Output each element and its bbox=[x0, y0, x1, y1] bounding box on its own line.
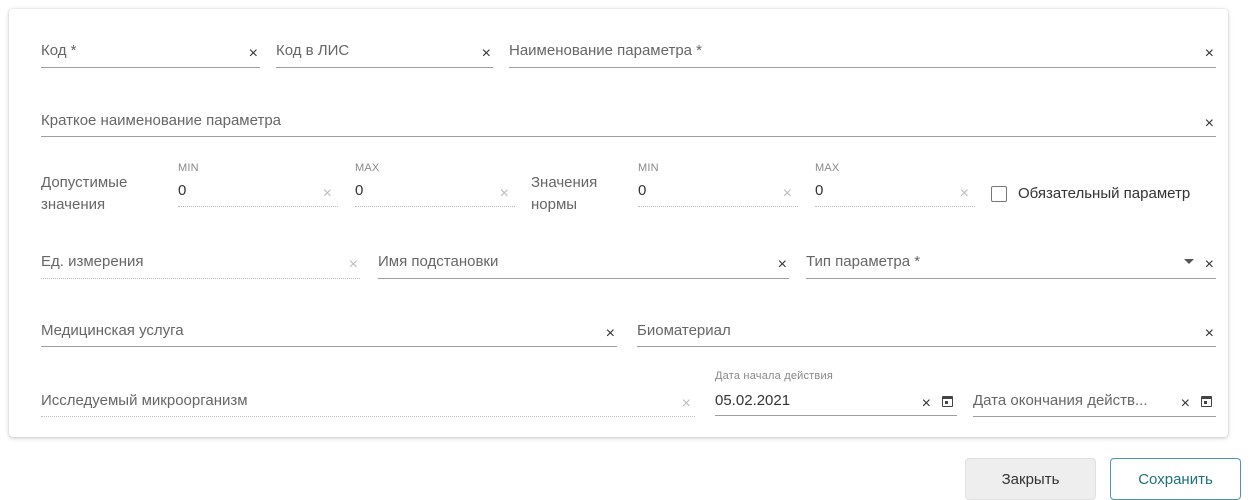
norm-min-clear-icon[interactable]: × bbox=[783, 186, 792, 202]
calendar-icon[interactable] bbox=[942, 396, 953, 407]
biomaterial-label: Биоматериал bbox=[637, 322, 731, 339]
allowed-max-field[interactable]: MAX 0 × bbox=[355, 160, 515, 207]
substitution-name-field[interactable]: Имя подстановки × bbox=[378, 251, 789, 279]
lis-code-clear-icon[interactable]: × bbox=[482, 46, 491, 62]
substitution-name-label: Имя подстановки bbox=[378, 253, 499, 270]
end-date-field[interactable]: Дата окончания действ... × bbox=[973, 390, 1216, 417]
allowed-min-field[interactable]: MIN 0 × bbox=[178, 160, 338, 207]
short-name-label: Краткое наименование параметра bbox=[41, 112, 282, 129]
calendar-icon[interactable] bbox=[1201, 396, 1212, 407]
allowed-max-clear-icon[interactable]: × bbox=[500, 186, 509, 202]
norm-min-value: 0 bbox=[638, 182, 647, 199]
save-button[interactable]: Сохранить bbox=[1110, 458, 1241, 500]
norm-max-value: 0 bbox=[815, 182, 824, 199]
microorganism-label: Исследуемый микроорганизм bbox=[41, 392, 248, 409]
allowed-min-label: MIN bbox=[178, 162, 199, 174]
param-name-clear-icon[interactable]: × bbox=[1205, 46, 1214, 62]
end-date-label: Дата окончания действ... bbox=[973, 392, 1148, 409]
biomaterial-clear-icon[interactable]: × bbox=[1205, 326, 1214, 342]
close-button[interactable]: Закрыть bbox=[965, 458, 1096, 500]
lis-code-field[interactable]: Код в ЛИС × bbox=[276, 40, 493, 68]
allowed-max-label: MAX bbox=[355, 162, 380, 174]
code-field[interactable]: Код * × bbox=[41, 40, 260, 68]
norm-min-field[interactable]: MIN 0 × bbox=[638, 160, 798, 207]
medical-service-label: Медицинская услуга bbox=[41, 322, 184, 339]
code-label: Код * bbox=[41, 42, 77, 59]
end-date-clear-icon[interactable]: × bbox=[1181, 396, 1190, 412]
substitution-name-clear-icon[interactable]: × bbox=[778, 257, 787, 273]
allowed-values-label: Допустимые значения bbox=[41, 174, 128, 213]
required-checkbox-label[interactable]: Обязательный параметр bbox=[1018, 185, 1190, 202]
norm-max-field[interactable]: MAX 0 × bbox=[815, 160, 975, 207]
start-date-value: 05.02.2021 bbox=[715, 392, 791, 409]
unit-field[interactable]: Ед. измерения × bbox=[41, 251, 360, 279]
norm-values-label: Значения нормы bbox=[531, 174, 598, 213]
param-type-label: Тип параметра * bbox=[806, 253, 921, 270]
unit-clear-icon[interactable]: × bbox=[349, 257, 358, 273]
param-name-field[interactable]: Наименование параметра * × bbox=[509, 40, 1216, 68]
param-name-label: Наименование параметра * bbox=[509, 42, 703, 59]
start-date-field[interactable]: Дата начала действия 05.02.2021 × bbox=[715, 370, 957, 416]
chevron-down-icon[interactable] bbox=[1184, 259, 1194, 264]
norm-max-clear-icon[interactable]: × bbox=[960, 186, 969, 202]
start-date-label: Дата начала действия bbox=[715, 370, 833, 382]
param-type-clear-icon[interactable]: × bbox=[1205, 257, 1214, 273]
allowed-min-value: 0 bbox=[178, 182, 187, 199]
lis-code-label: Код в ЛИС bbox=[276, 42, 350, 59]
short-name-field[interactable]: Краткое наименование параметра × bbox=[41, 110, 1216, 137]
allowed-min-clear-icon[interactable]: × bbox=[323, 186, 332, 202]
parameter-form-card bbox=[9, 9, 1228, 437]
microorganism-field[interactable]: Исследуемый микроорганизм × bbox=[41, 390, 695, 417]
medical-service-field[interactable]: Медицинская услуга × bbox=[41, 320, 617, 347]
medical-service-clear-icon[interactable]: × bbox=[606, 326, 615, 342]
biomaterial-field[interactable]: Биоматериал × bbox=[637, 320, 1216, 347]
start-date-clear-icon[interactable]: × bbox=[922, 396, 931, 412]
code-clear-icon[interactable]: × bbox=[249, 46, 258, 62]
microorganism-clear-icon[interactable]: × bbox=[682, 396, 691, 412]
norm-min-label: MIN bbox=[638, 162, 659, 174]
short-name-clear-icon[interactable]: × bbox=[1205, 116, 1214, 132]
norm-max-label: MAX bbox=[815, 162, 840, 174]
unit-label: Ед. измерения bbox=[41, 253, 144, 270]
allowed-max-value: 0 bbox=[355, 182, 364, 199]
param-type-select[interactable]: Тип параметра * × bbox=[806, 251, 1216, 279]
required-checkbox[interactable] bbox=[991, 186, 1007, 202]
